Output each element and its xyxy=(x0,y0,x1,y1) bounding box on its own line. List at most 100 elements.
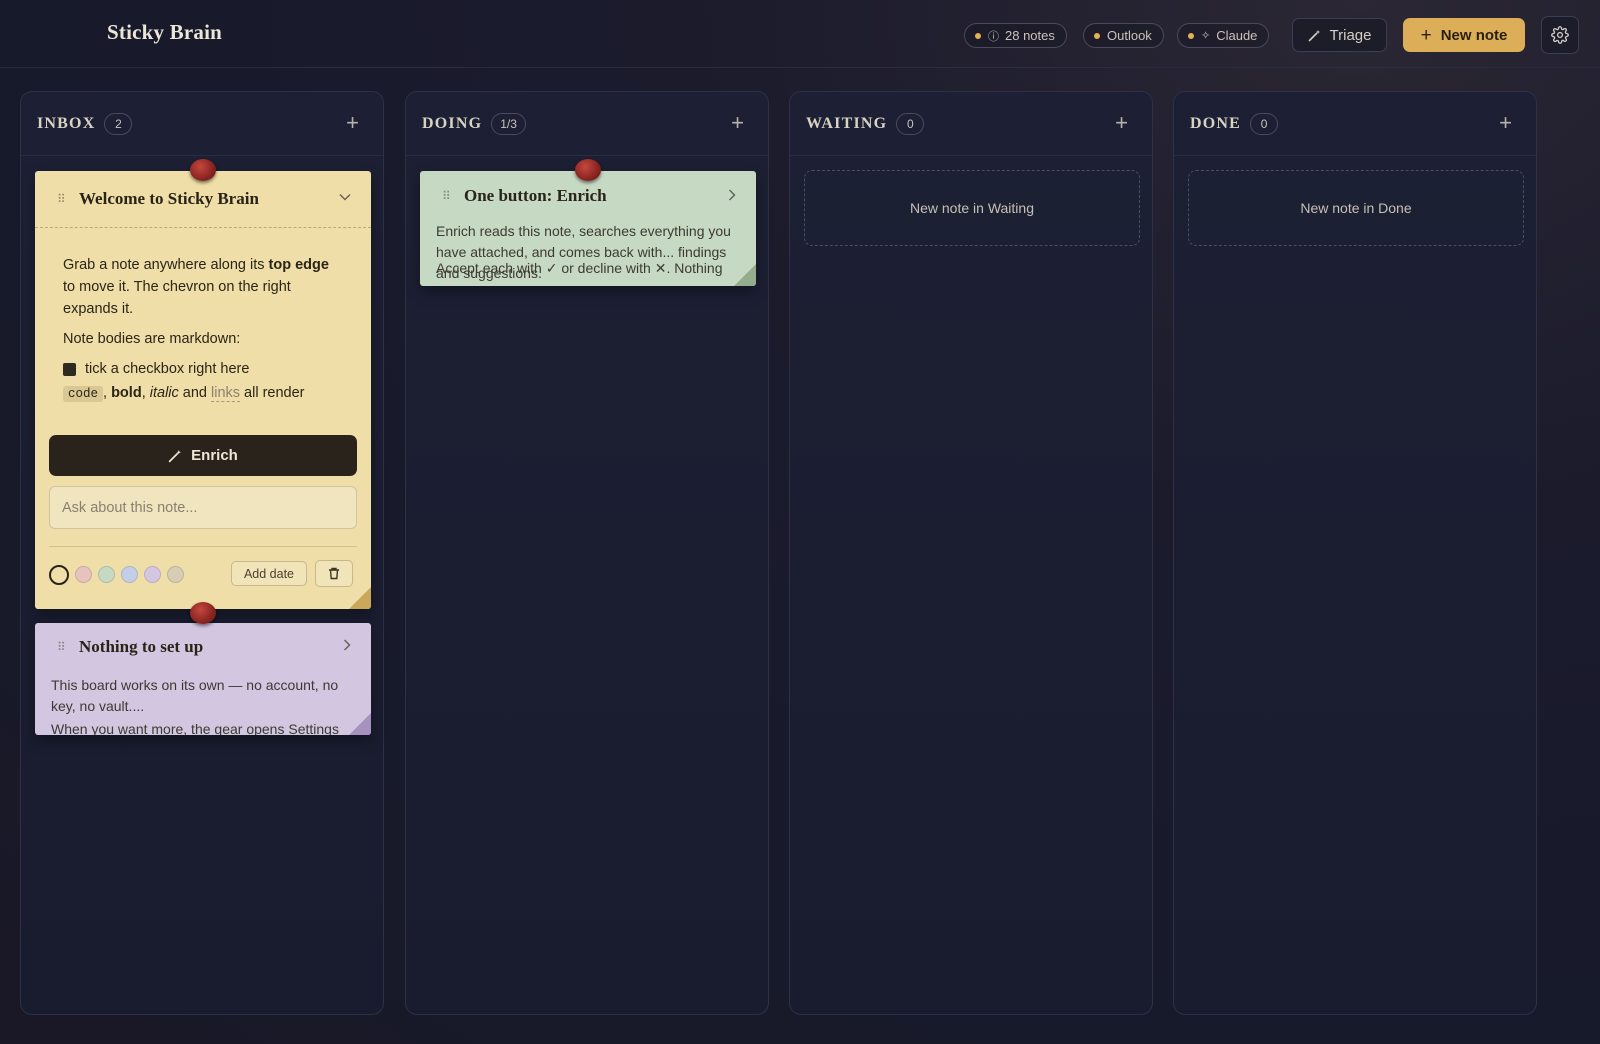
claude-label: Claude xyxy=(1216,28,1258,43)
claude-pill[interactable]: ✧ Claude xyxy=(1177,23,1270,48)
text: and xyxy=(178,385,212,401)
bold-text: top edge xyxy=(268,257,329,273)
column-waiting: WAITING 0 + New note in Waiting xyxy=(789,91,1153,1015)
note-welcome[interactable]: ⠿ Welcome to Sticky Brain Grab a note an… xyxy=(35,171,371,609)
text: , xyxy=(141,385,150,401)
chevron-down-icon[interactable] xyxy=(339,188,351,204)
settings-button[interactable] xyxy=(1541,16,1579,54)
column-count-badge: 0 xyxy=(1250,112,1279,135)
pushpin-icon xyxy=(190,602,216,624)
plus-icon: + xyxy=(1420,24,1432,46)
enrich-label: Enrich xyxy=(191,447,238,464)
add-note-icon[interactable]: + xyxy=(1115,112,1128,134)
add-note-icon[interactable]: + xyxy=(1499,112,1512,134)
note-setup[interactable]: ⠿ Nothing to set up This board works on … xyxy=(35,623,371,735)
text: all render xyxy=(240,385,305,401)
italic-text: italic xyxy=(149,385,179,401)
column-header: INBOX 2 + xyxy=(21,92,383,156)
column-inbox: INBOX 2 + ⠿ Welcome to Sticky Brain Grab… xyxy=(20,91,384,1015)
add-date-button[interactable]: Add date xyxy=(231,561,307,586)
notes-count-label: 28 notes xyxy=(1005,28,1055,43)
text: to move it. The chevron on the right exp… xyxy=(63,279,291,317)
color-swatch-blue[interactable] xyxy=(121,566,138,583)
new-note-label: New note xyxy=(1440,26,1508,44)
note-preview: This board works on its own — no account… xyxy=(35,675,371,735)
drag-handle-icon[interactable]: ⠿ xyxy=(442,189,464,203)
new-note-placeholder[interactable]: New note in Waiting xyxy=(804,170,1140,246)
note-title: Welcome to Sticky Brain xyxy=(79,189,259,208)
chevron-right-icon[interactable] xyxy=(728,188,736,204)
column-title: WAITING xyxy=(806,114,888,132)
page-fold xyxy=(349,587,371,609)
note-title: Nothing to set up xyxy=(79,637,204,656)
notes-count-pill[interactable]: ⓘ 28 notes xyxy=(964,23,1067,48)
status-dot-icon xyxy=(1094,32,1100,39)
outlook-pill[interactable]: Outlook xyxy=(1083,23,1164,48)
wand-icon xyxy=(1308,29,1321,42)
note-preview: Enrich reads this note, searches everyth… xyxy=(420,221,756,281)
wand-icon xyxy=(168,449,182,463)
page-fold xyxy=(349,713,371,735)
bold-text: bold xyxy=(111,385,142,401)
preview-line: This board works on its own — no account… xyxy=(51,677,339,714)
note-body: Grab a note anywhere along its top edge … xyxy=(35,227,371,602)
preview-line: When you want more, the gear opens Setti… xyxy=(51,721,339,735)
color-swatch-yellow[interactable] xyxy=(49,564,69,585)
text: , xyxy=(103,385,112,401)
info-icon: ⓘ xyxy=(988,30,999,43)
outlook-label: Outlook xyxy=(1107,28,1152,43)
markdown-line: code, bold, italic and links all render xyxy=(63,382,343,405)
column-done: DONE 0 + New note in Done xyxy=(1173,91,1537,1015)
color-swatch-pink[interactable] xyxy=(75,566,92,583)
top-bar: Sticky Brain ⓘ 28 notes Outlook ✧ Claude… xyxy=(0,0,1600,68)
column-header: WAITING 0 + xyxy=(790,92,1152,156)
drag-handle-icon[interactable]: ⠿ xyxy=(57,640,79,654)
triage-button[interactable]: Triage xyxy=(1292,18,1387,52)
checkbox-item: tick a checkbox right here xyxy=(63,358,343,380)
status-dot-icon xyxy=(975,32,981,39)
color-swatch-tan[interactable] xyxy=(167,566,184,583)
enrich-button[interactable]: Enrich xyxy=(49,435,357,476)
column-title: DOING xyxy=(422,114,483,132)
column-header: DONE 0 + xyxy=(1174,92,1536,156)
triage-label: Triage xyxy=(1329,26,1372,44)
column-count-badge: 1/3 xyxy=(491,112,526,135)
status-dot-icon xyxy=(1188,32,1194,39)
column-count-badge: 2 xyxy=(104,112,133,135)
pushpin-icon xyxy=(575,159,601,181)
checkbox-label: tick a checkbox right here xyxy=(85,361,250,377)
trash-icon xyxy=(328,567,340,580)
pushpin-icon xyxy=(190,159,216,181)
page-fold xyxy=(734,264,756,286)
color-swatch-purple[interactable] xyxy=(144,566,161,583)
inline-code: code xyxy=(63,386,104,402)
note-title: One button: Enrich xyxy=(464,186,607,205)
new-note-placeholder[interactable]: New note in Done xyxy=(1188,170,1524,246)
add-note-icon[interactable]: + xyxy=(346,112,359,134)
gear-icon xyxy=(1551,26,1569,44)
note-header[interactable]: ⠿ Nothing to set up xyxy=(35,623,371,671)
checkbox[interactable] xyxy=(63,362,76,376)
markdown-content: Grab a note anywhere along its top edge … xyxy=(49,228,357,405)
delete-button[interactable] xyxy=(315,560,353,587)
ask-note-input[interactable] xyxy=(49,486,357,529)
sparkle-icon: ✧ xyxy=(1201,30,1211,42)
note-enrich[interactable]: ⠿ One button: Enrich Enrich reads this n… xyxy=(420,171,756,286)
paragraph: Note bodies are markdown: xyxy=(63,331,241,347)
add-note-icon[interactable]: + xyxy=(731,112,744,134)
app-title: Sticky Brain xyxy=(107,20,222,44)
chevron-right-icon[interactable] xyxy=(343,638,351,654)
drag-handle-icon[interactable]: ⠿ xyxy=(57,192,79,206)
column-header: DOING 1/3 + xyxy=(406,92,768,156)
paragraph: Grab a note anywhere along its top edge … xyxy=(63,254,343,320)
new-note-button[interactable]: + New note xyxy=(1403,18,1525,52)
text: Grab a note anywhere along its xyxy=(63,257,269,273)
column-count-badge: 0 xyxy=(896,112,925,135)
color-swatch-green[interactable] xyxy=(98,566,115,583)
column-title: DONE xyxy=(1190,114,1242,132)
column-doing: DOING 1/3 + ⠿ One button: Enrich Enrich … xyxy=(405,91,769,1015)
preview-line: Accept each with ✓ or decline with ✕. No… xyxy=(436,260,723,276)
column-title: INBOX xyxy=(37,114,96,132)
link[interactable]: links xyxy=(211,385,241,402)
note-footer: Add date xyxy=(49,546,357,602)
